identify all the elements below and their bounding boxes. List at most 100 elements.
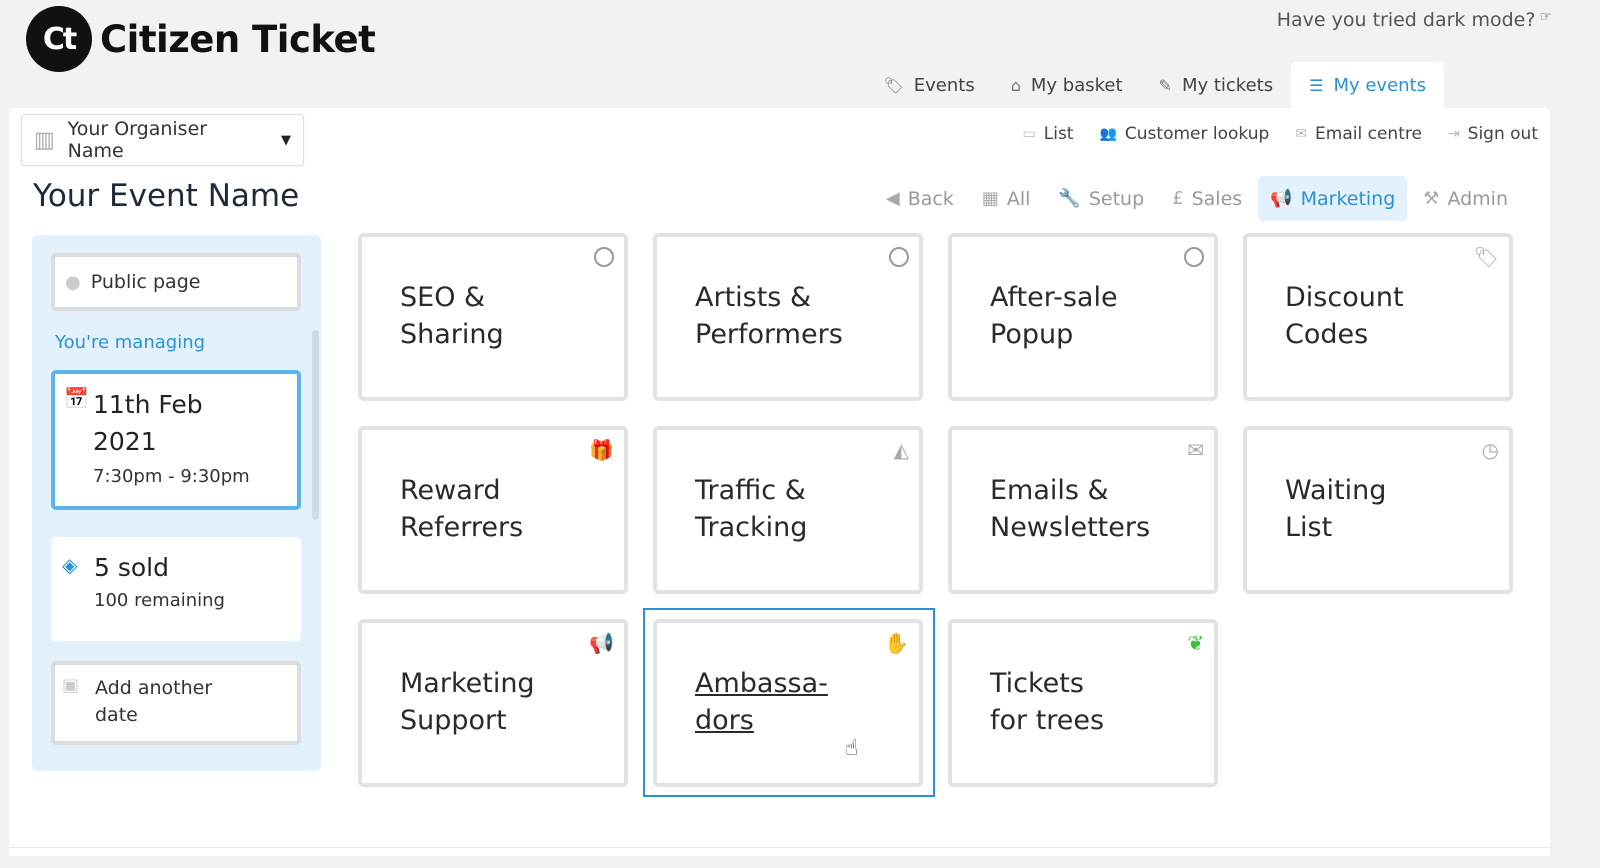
tile-discount-codes[interactable]: Discount Codes 🏷 <box>1243 233 1513 401</box>
pound-icon: £ <box>1172 188 1184 209</box>
remaining-count: 100 remaining <box>94 590 225 611</box>
dark-mode-link[interactable]: Have you tried dark mode? ☞ <box>1277 9 1552 31</box>
clock-icon: ◷ <box>1481 438 1499 462</box>
list-icon: ▭ <box>1022 126 1036 142</box>
tile-label: Reward Referrers <box>400 475 524 543</box>
tab-label: My tickets <box>1181 74 1274 96</box>
tab-my-basket[interactable]: ⌂ My basket <box>993 62 1141 108</box>
public-page-button[interactable]: ● Public page <box>51 253 301 311</box>
gift-icon: 🎁 <box>589 438 614 462</box>
nav-back[interactable]: ◀ Back <box>874 176 966 221</box>
tile-label: Tickets for trees <box>990 668 1105 736</box>
area-chart-icon: ◭ <box>893 438 909 462</box>
tile-after-sale-popup[interactable]: After-sale Popup <box>948 233 1218 401</box>
tab-label: My basket <box>1030 74 1123 96</box>
tile-tickets-for-trees[interactable]: Tickets for trees ❦ <box>948 619 1218 787</box>
tile-artists-performers[interactable]: Artists & Performers <box>653 233 923 401</box>
nav-sales[interactable]: £ Sales <box>1160 176 1254 221</box>
circle-icon <box>594 247 614 267</box>
top-nav: 🏷 Events ⌂ My basket ✎ My tickets ☰ My e… <box>865 62 1444 108</box>
envelope-icon: ✉ <box>1295 126 1308 142</box>
list-link[interactable]: ▭ List <box>1023 124 1074 144</box>
calendar-icon: 📅 <box>64 386 89 410</box>
megaphone-icon: 📢 <box>1270 188 1293 209</box>
sign-out-link[interactable]: ⇥ Sign out <box>1448 124 1538 144</box>
tile-seo-sharing[interactable]: SEO & Sharing <box>358 233 628 401</box>
date-line-1: 11th Feb <box>93 390 203 419</box>
tile-waiting-list[interactable]: Waiting List ◷ <box>1243 426 1513 594</box>
email-centre-link[interactable]: ✉ Email centre <box>1295 124 1422 144</box>
ticket-icon: ◈ <box>62 553 78 577</box>
tile-label: After-sale Popup <box>990 282 1118 350</box>
sold-count: 5 sold <box>94 553 169 582</box>
circle-icon <box>889 247 909 267</box>
hand-icon: ✋ <box>884 631 909 655</box>
nav-all[interactable]: ▦ All <box>970 176 1043 221</box>
nav-setup[interactable]: 🔧 Setup <box>1046 176 1156 221</box>
basket-icon: ⌂ <box>1010 75 1021 95</box>
tags-icon: 🏷 <box>1473 245 1499 269</box>
sidebar-scrollbar[interactable] <box>312 330 319 520</box>
tile-reward-referrers[interactable]: Reward Referrers 🎁 <box>358 426 628 594</box>
nav-admin[interactable]: ⚒ Admin <box>1411 176 1520 221</box>
tile-label: Waiting List <box>1285 475 1387 543</box>
nav-label: Back <box>907 187 954 210</box>
tile-label: SEO & Sharing <box>400 282 504 350</box>
tab-my-events[interactable]: ☰ My events <box>1291 62 1444 108</box>
circle-icon <box>1184 247 1204 267</box>
customer-lookup-link[interactable]: 👥 Customer lookup <box>1099 124 1269 144</box>
grid-icon: ▦ <box>981 188 999 209</box>
organiser-dropdown[interactable]: ▥ Your Organiser Name ▼ <box>21 114 304 166</box>
managing-label: You're managing <box>55 332 206 353</box>
tile-label: Emails & Newsletters <box>990 475 1151 543</box>
brand-logo[interactable]: Ct Citizen Ticket <box>26 6 376 72</box>
leaf-icon: ❦ <box>1187 631 1204 655</box>
wrench-icon: 🔧 <box>1058 188 1081 209</box>
main-panel: ▥ Your Organiser Name ▼ ▭ List 👥 Custome… <box>9 108 1550 856</box>
tab-events[interactable]: 🏷 Events <box>865 62 992 108</box>
nav-label: Admin <box>1447 187 1508 210</box>
tile-label: Artists & Performers <box>695 282 843 350</box>
nav-label: All <box>1006 187 1031 210</box>
util-label: Customer lookup <box>1124 124 1270 144</box>
nav-marketing[interactable]: 📢 Marketing <box>1258 176 1408 221</box>
util-label: Sign out <box>1467 124 1538 144</box>
add-date-line-2: date <box>95 704 138 726</box>
util-label: List <box>1043 124 1074 144</box>
panel-divider <box>9 847 1550 848</box>
section-nav: ◀ Back ▦ All 🔧 Setup £ Sales 📢 Marketing… <box>874 176 1520 221</box>
sliders-icon: ☰ <box>1309 75 1324 95</box>
ticket-icon: ✎ <box>1158 75 1172 95</box>
add-date-button[interactable]: ▣ Add another date <box>51 661 301 745</box>
caret-down-icon: ▼ <box>281 132 291 148</box>
users-icon: 👥 <box>1099 126 1117 142</box>
sign-out-icon: ⇥ <box>1447 126 1460 142</box>
organiser-name: Your Organiser Name <box>67 118 208 162</box>
tile-label: Discount Codes <box>1285 282 1404 350</box>
back-arrow-icon: ◀ <box>885 188 900 209</box>
tab-label: My events <box>1333 74 1426 96</box>
tab-label: Events <box>913 74 975 96</box>
tags-icon: 🏷 <box>883 75 904 95</box>
gavel-icon: ⚒ <box>1423 188 1440 209</box>
page-title: Your Event Name <box>33 178 300 214</box>
tile-label: Marketing Support <box>400 668 535 736</box>
calendar-plus-icon: ▣ <box>62 675 80 696</box>
tab-my-tickets[interactable]: ✎ My tickets <box>1141 62 1292 108</box>
date-line-2: 2021 <box>93 427 157 456</box>
tile-marketing-support[interactable]: Marketing Support 📢 <box>358 619 628 787</box>
date-card[interactable]: 📅 11th Feb 2021 7:30pm - 9:30pm <box>51 370 301 510</box>
brand-mark: Ct <box>26 6 92 72</box>
nav-label: Marketing <box>1300 187 1396 210</box>
add-date-line-1: Add another <box>95 677 213 699</box>
globe-icon: ● <box>65 271 81 293</box>
event-sidebar: ● Public page You're managing 📅 11th Feb… <box>32 235 321 771</box>
util-label: Email centre <box>1315 124 1422 144</box>
megaphone-icon: 📢 <box>589 631 614 655</box>
tile-emails-newsletters[interactable]: Emails & Newsletters ✉ <box>948 426 1218 594</box>
sales-summary-card[interactable]: ◈ 5 sold 100 remaining <box>51 537 301 641</box>
tile-traffic-tracking[interactable]: Traffic & Tracking ◭ <box>653 426 923 594</box>
hand-cursor-icon: ☝ <box>845 736 859 761</box>
tile-ambassadors[interactable]: Ambassa- dors ✋ <box>653 619 923 787</box>
brand-name: Citizen Ticket <box>100 17 376 61</box>
